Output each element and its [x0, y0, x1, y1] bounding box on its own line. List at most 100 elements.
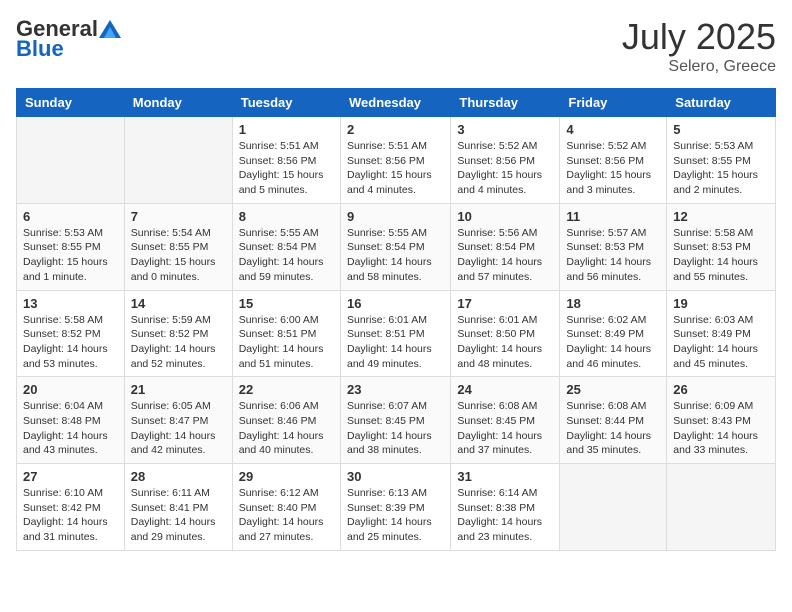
calendar-cell: 8 Sunrise: 5:55 AMSunset: 8:54 PMDaylight…	[232, 203, 340, 290]
day-number: 6	[23, 209, 118, 224]
day-info: Sunrise: 6:01 AMSunset: 8:50 PMDaylight:…	[457, 313, 553, 372]
day-number: 23	[347, 382, 444, 397]
day-number: 7	[131, 209, 226, 224]
day-number: 30	[347, 469, 444, 484]
day-number: 22	[239, 382, 334, 397]
day-info: Sunrise: 6:02 AMSunset: 8:49 PMDaylight:…	[566, 313, 660, 372]
calendar-cell: 6 Sunrise: 5:53 AMSunset: 8:55 PMDaylight…	[17, 203, 125, 290]
logo-icon	[99, 20, 121, 38]
day-number: 4	[566, 122, 660, 137]
calendar-cell: 18 Sunrise: 6:02 AMSunset: 8:49 PMDayligh…	[560, 290, 667, 377]
day-number: 28	[131, 469, 226, 484]
calendar-cell: 19 Sunrise: 6:03 AMSunset: 8:49 PMDayligh…	[667, 290, 776, 377]
calendar-cell: 10Sunrise: 5:56 AMSunset: 8:54 PMDayligh…	[451, 203, 560, 290]
day-number: 5	[673, 122, 769, 137]
day-info: Sunrise: 6:10 AMSunset: 8:42 PMDaylight:…	[23, 486, 118, 545]
day-info: Sunrise: 5:53 AMSunset: 8:55 PMDaylight:…	[23, 226, 118, 285]
calendar-cell: 2 Sunrise: 5:51 AMSunset: 8:56 PMDaylight…	[340, 117, 450, 204]
day-info: Sunrise: 5:52 AMSunset: 8:56 PMDaylight:…	[566, 139, 660, 198]
calendar-row: 13 Sunrise: 5:58 AMSunset: 8:52 PMDayligh…	[17, 290, 776, 377]
day-info: Sunrise: 5:57 AMSunset: 8:53 PMDaylight:…	[566, 226, 660, 285]
day-number: 25	[566, 382, 660, 397]
day-number: 31	[457, 469, 553, 484]
day-number: 26	[673, 382, 769, 397]
day-info: Sunrise: 5:51 AMSunset: 8:56 PMDaylight:…	[347, 139, 444, 198]
calendar-row: 6 Sunrise: 5:53 AMSunset: 8:55 PMDaylight…	[17, 203, 776, 290]
calendar-cell: 30 Sunrise: 6:13 AMSunset: 8:39 PMDayligh…	[340, 464, 450, 551]
day-number: 21	[131, 382, 226, 397]
day-info: Sunrise: 6:05 AMSunset: 8:47 PMDaylight:…	[131, 399, 226, 458]
calendar-header-row: Sunday Monday Tuesday Wednesday Thursday…	[17, 89, 776, 117]
day-number: 24	[457, 382, 553, 397]
day-number: 13	[23, 296, 118, 311]
calendar-cell: 22Sunrise: 6:06 AMSunset: 8:46 PMDayligh…	[232, 377, 340, 464]
col-wednesday: Wednesday	[340, 89, 450, 117]
day-info: Sunrise: 5:58 AMSunset: 8:52 PMDaylight:…	[23, 313, 118, 372]
calendar-cell: 16 Sunrise: 6:01 AMSunset: 8:51 PMDayligh…	[340, 290, 450, 377]
day-number: 16	[347, 296, 444, 311]
calendar-cell	[667, 464, 776, 551]
calendar-cell: 17 Sunrise: 6:01 AMSunset: 8:50 PMDayligh…	[451, 290, 560, 377]
calendar-cell: 11 Sunrise: 5:57 AMSunset: 8:53 PMDayligh…	[560, 203, 667, 290]
day-number: 17	[457, 296, 553, 311]
day-number: 19	[673, 296, 769, 311]
col-thursday: Thursday	[451, 89, 560, 117]
calendar-cell: 20 Sunrise: 6:04 AMSunset: 8:48 PMDayligh…	[17, 377, 125, 464]
day-info: Sunrise: 6:11 AMSunset: 8:41 PMDaylight:…	[131, 486, 226, 545]
col-friday: Friday	[560, 89, 667, 117]
calendar-cell	[17, 117, 125, 204]
day-info: Sunrise: 5:51 AMSunset: 8:56 PMDaylight:…	[239, 139, 334, 198]
calendar-cell: 14 Sunrise: 5:59 AMSunset: 8:52 PMDayligh…	[124, 290, 232, 377]
day-number: 12	[673, 209, 769, 224]
col-tuesday: Tuesday	[232, 89, 340, 117]
day-info: Sunrise: 6:09 AMSunset: 8:43 PMDaylight:…	[673, 399, 769, 458]
day-info: Sunrise: 5:52 AMSunset: 8:56 PMDaylight:…	[457, 139, 553, 198]
day-info: Sunrise: 5:54 AMSunset: 8:55 PMDaylight:…	[131, 226, 226, 285]
day-info: Sunrise: 6:13 AMSunset: 8:39 PMDaylight:…	[347, 486, 444, 545]
day-number: 27	[23, 469, 118, 484]
day-number: 15	[239, 296, 334, 311]
page-header: General Blue July 2025 Selero, Greece	[16, 16, 776, 76]
calendar-cell: 1 Sunrise: 5:51 AMSunset: 8:56 PMDaylight…	[232, 117, 340, 204]
day-number: 2	[347, 122, 444, 137]
location: Selero, Greece	[622, 58, 776, 76]
day-info: Sunrise: 5:55 AMSunset: 8:54 PMDaylight:…	[347, 226, 444, 285]
day-info: Sunrise: 6:04 AMSunset: 8:48 PMDaylight:…	[23, 399, 118, 458]
calendar-cell: 29 Sunrise: 6:12 AMSunset: 8:40 PMDayligh…	[232, 464, 340, 551]
title-block: July 2025 Selero, Greece	[622, 16, 776, 76]
day-number: 3	[457, 122, 553, 137]
day-number: 1	[239, 122, 334, 137]
calendar-cell: 5 Sunrise: 5:53 AMSunset: 8:55 PMDaylight…	[667, 117, 776, 204]
day-info: Sunrise: 6:03 AMSunset: 8:49 PMDaylight:…	[673, 313, 769, 372]
day-info: Sunrise: 6:01 AMSunset: 8:51 PMDaylight:…	[347, 313, 444, 372]
day-number: 10	[457, 209, 553, 224]
calendar-cell: 28 Sunrise: 6:11 AMSunset: 8:41 PMDayligh…	[124, 464, 232, 551]
calendar-cell: 26 Sunrise: 6:09 AMSunset: 8:43 PMDayligh…	[667, 377, 776, 464]
day-info: Sunrise: 6:14 AMSunset: 8:38 PMDaylight:…	[457, 486, 553, 545]
col-saturday: Saturday	[667, 89, 776, 117]
logo-blue: Blue	[16, 36, 64, 62]
calendar: Sunday Monday Tuesday Wednesday Thursday…	[16, 88, 776, 551]
day-number: 29	[239, 469, 334, 484]
day-info: Sunrise: 5:58 AMSunset: 8:53 PMDaylight:…	[673, 226, 769, 285]
day-info: Sunrise: 5:55 AMSunset: 8:54 PMDaylight:…	[239, 226, 334, 285]
logo: General Blue	[16, 16, 122, 62]
day-info: Sunrise: 6:00 AMSunset: 8:51 PMDaylight:…	[239, 313, 334, 372]
calendar-cell	[124, 117, 232, 204]
day-info: Sunrise: 6:08 AMSunset: 8:45 PMDaylight:…	[457, 399, 553, 458]
day-number: 14	[131, 296, 226, 311]
day-info: Sunrise: 6:12 AMSunset: 8:40 PMDaylight:…	[239, 486, 334, 545]
day-info: Sunrise: 5:53 AMSunset: 8:55 PMDaylight:…	[673, 139, 769, 198]
day-info: Sunrise: 5:59 AMSunset: 8:52 PMDaylight:…	[131, 313, 226, 372]
day-number: 18	[566, 296, 660, 311]
calendar-row: 1 Sunrise: 5:51 AMSunset: 8:56 PMDaylight…	[17, 117, 776, 204]
calendar-cell: 7 Sunrise: 5:54 AMSunset: 8:55 PMDaylight…	[124, 203, 232, 290]
day-number: 8	[239, 209, 334, 224]
day-number: 11	[566, 209, 660, 224]
calendar-cell: 15 Sunrise: 6:00 AMSunset: 8:51 PMDayligh…	[232, 290, 340, 377]
col-sunday: Sunday	[17, 89, 125, 117]
calendar-cell: 3 Sunrise: 5:52 AMSunset: 8:56 PMDaylight…	[451, 117, 560, 204]
day-number: 9	[347, 209, 444, 224]
day-number: 20	[23, 382, 118, 397]
day-info: Sunrise: 6:07 AMSunset: 8:45 PMDaylight:…	[347, 399, 444, 458]
